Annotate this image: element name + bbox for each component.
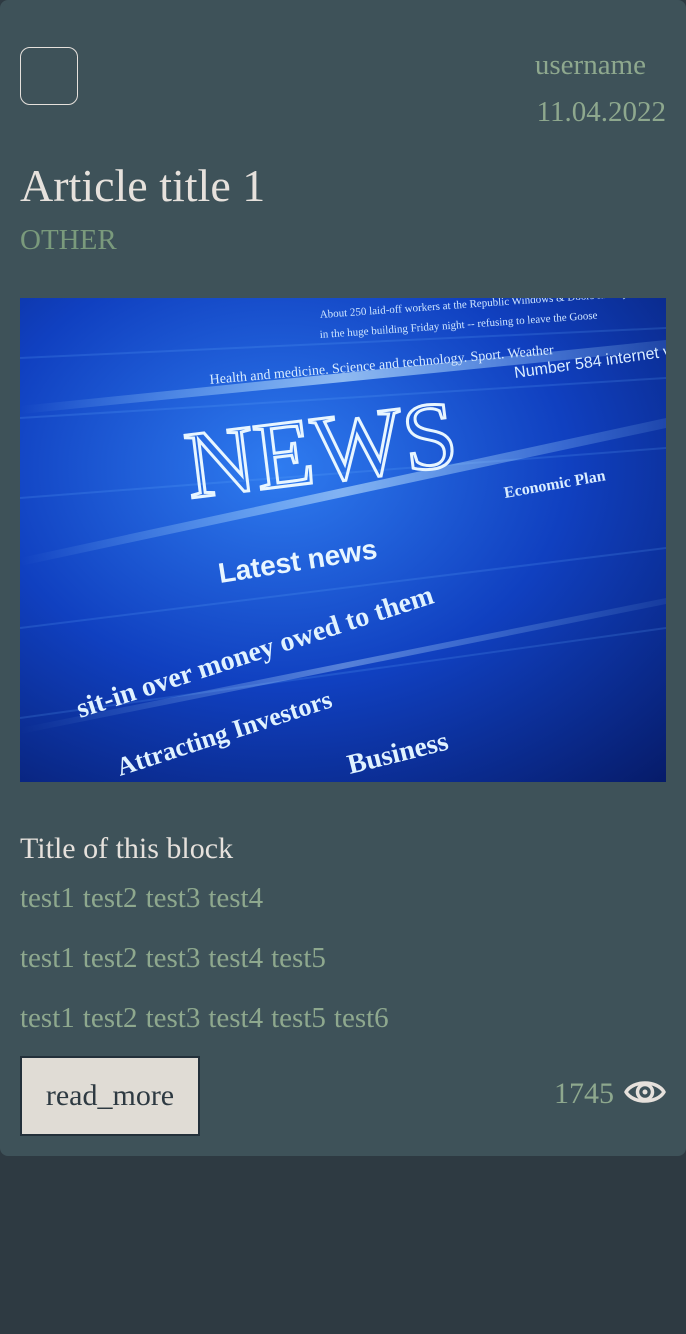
read-more-button[interactable]: read_more bbox=[20, 1056, 200, 1136]
tag-item[interactable]: test5 bbox=[271, 1002, 326, 1034]
tag-item[interactable]: test6 bbox=[334, 1002, 389, 1034]
publish-date: 11.04.2022 bbox=[536, 96, 666, 128]
article-title: Article title 1 bbox=[20, 160, 266, 211]
article-meta: username 11.04.2022 bbox=[535, 42, 666, 136]
block-title: Title of this block bbox=[20, 832, 234, 865]
eye-icon bbox=[624, 1075, 666, 1114]
tag-item[interactable]: test3 bbox=[146, 1002, 201, 1034]
tag-line-2: test1 test2 test3 test4 test5 bbox=[20, 940, 334, 976]
tag-line-1: test1 test2 test3 test4 bbox=[20, 880, 271, 916]
avatar[interactable] bbox=[20, 47, 78, 105]
views-counter: 1745 bbox=[554, 1072, 666, 1116]
tag-item[interactable]: test2 bbox=[83, 942, 138, 974]
tag-item[interactable]: test3 bbox=[146, 882, 201, 914]
tag-item[interactable]: test4 bbox=[208, 942, 263, 974]
tag-item[interactable]: test1 bbox=[20, 882, 75, 914]
tag-item[interactable]: test1 bbox=[20, 942, 75, 974]
views-count: 1745 bbox=[554, 1077, 614, 1110]
tag-item[interactable]: test1 bbox=[20, 1002, 75, 1034]
tag-item[interactable]: test5 bbox=[271, 942, 326, 974]
article-image: About 250 laid-off workers at the Republ… bbox=[20, 298, 666, 782]
tag-item[interactable]: test4 bbox=[208, 882, 263, 914]
tag-item[interactable]: test2 bbox=[83, 882, 138, 914]
tag-item[interactable]: test4 bbox=[208, 1002, 263, 1034]
author-username[interactable]: username bbox=[535, 42, 666, 89]
tag-item[interactable]: test2 bbox=[83, 1002, 138, 1034]
article-category: OTHER bbox=[20, 224, 117, 256]
tag-item[interactable]: test3 bbox=[146, 942, 201, 974]
article-card: username 11.04.2022 Article title 1 OTHE… bbox=[0, 0, 686, 1156]
tag-line-3: test1 test2 test3 test4 test5 test6 bbox=[20, 1000, 397, 1036]
